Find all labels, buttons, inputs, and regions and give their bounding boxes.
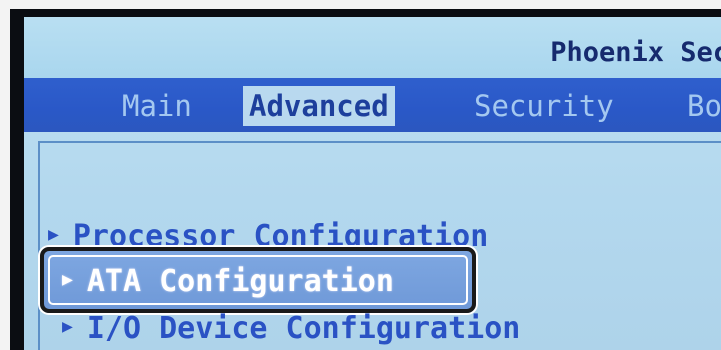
tab-boot[interactable]: Bo — [687, 86, 721, 126]
right-arrow-icon: ▶ — [62, 316, 73, 337]
menu-item-label: ATA Configuration — [86, 264, 394, 299]
bios-title-bar: Phoenix Sec — [24, 17, 721, 78]
bios-menu-bar: Main Advanced Security Bo — [24, 78, 721, 132]
tab-security[interactable]: Security — [474, 86, 614, 126]
right-arrow-icon: ▶ — [62, 269, 73, 290]
menu-item-io-device-configuration[interactable]: ▶ I/O Device Configuration — [62, 311, 520, 346]
right-arrow-icon: ▶ — [48, 224, 59, 245]
tab-main[interactable]: Main — [122, 86, 192, 126]
bios-title: Phoenix Sec — [550, 37, 721, 68]
menu-item-label: I/O Device Configuration — [86, 311, 521, 346]
menu-item-ata-configuration[interactable]: ▶ ATA Configuration — [62, 264, 394, 299]
photo-frame: Phoenix Sec Main Advanced Security Bo ▶ P… — [0, 0, 721, 350]
tab-advanced[interactable]: Advanced — [243, 86, 395, 126]
